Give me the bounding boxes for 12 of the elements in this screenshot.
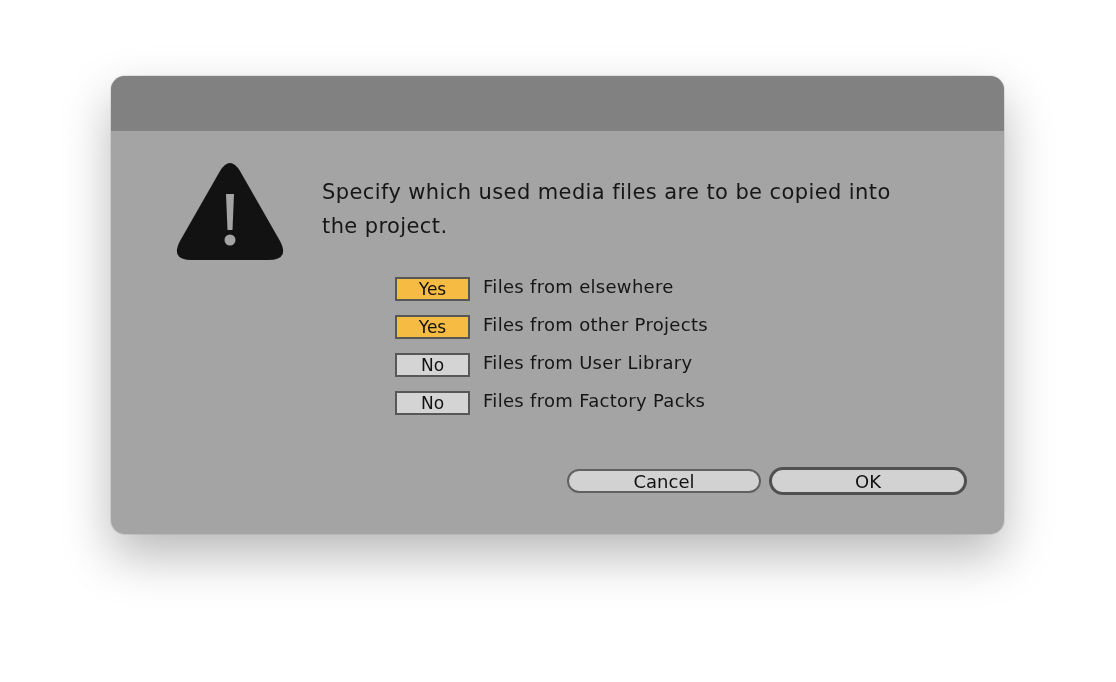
dialog-button[interactable]: Cancel [567,469,761,493]
option-label: Files from User Library [483,351,693,373]
option-label: Files from elsewhere [483,275,674,297]
option-label: Files from other Projects [483,313,708,335]
toggle-button[interactable]: No [395,353,470,377]
warning-icon [176,163,284,260]
option-label: Files from Factory Packs [483,389,706,411]
default-button[interactable]: OK [769,467,967,495]
toggle-button[interactable]: No [395,391,470,415]
dialog-message: Specify which used media files are to be copied into the project. [322,179,892,240]
toggle-button[interactable]: Yes [395,277,470,301]
toggle-button[interactable]: Yes [395,315,470,339]
